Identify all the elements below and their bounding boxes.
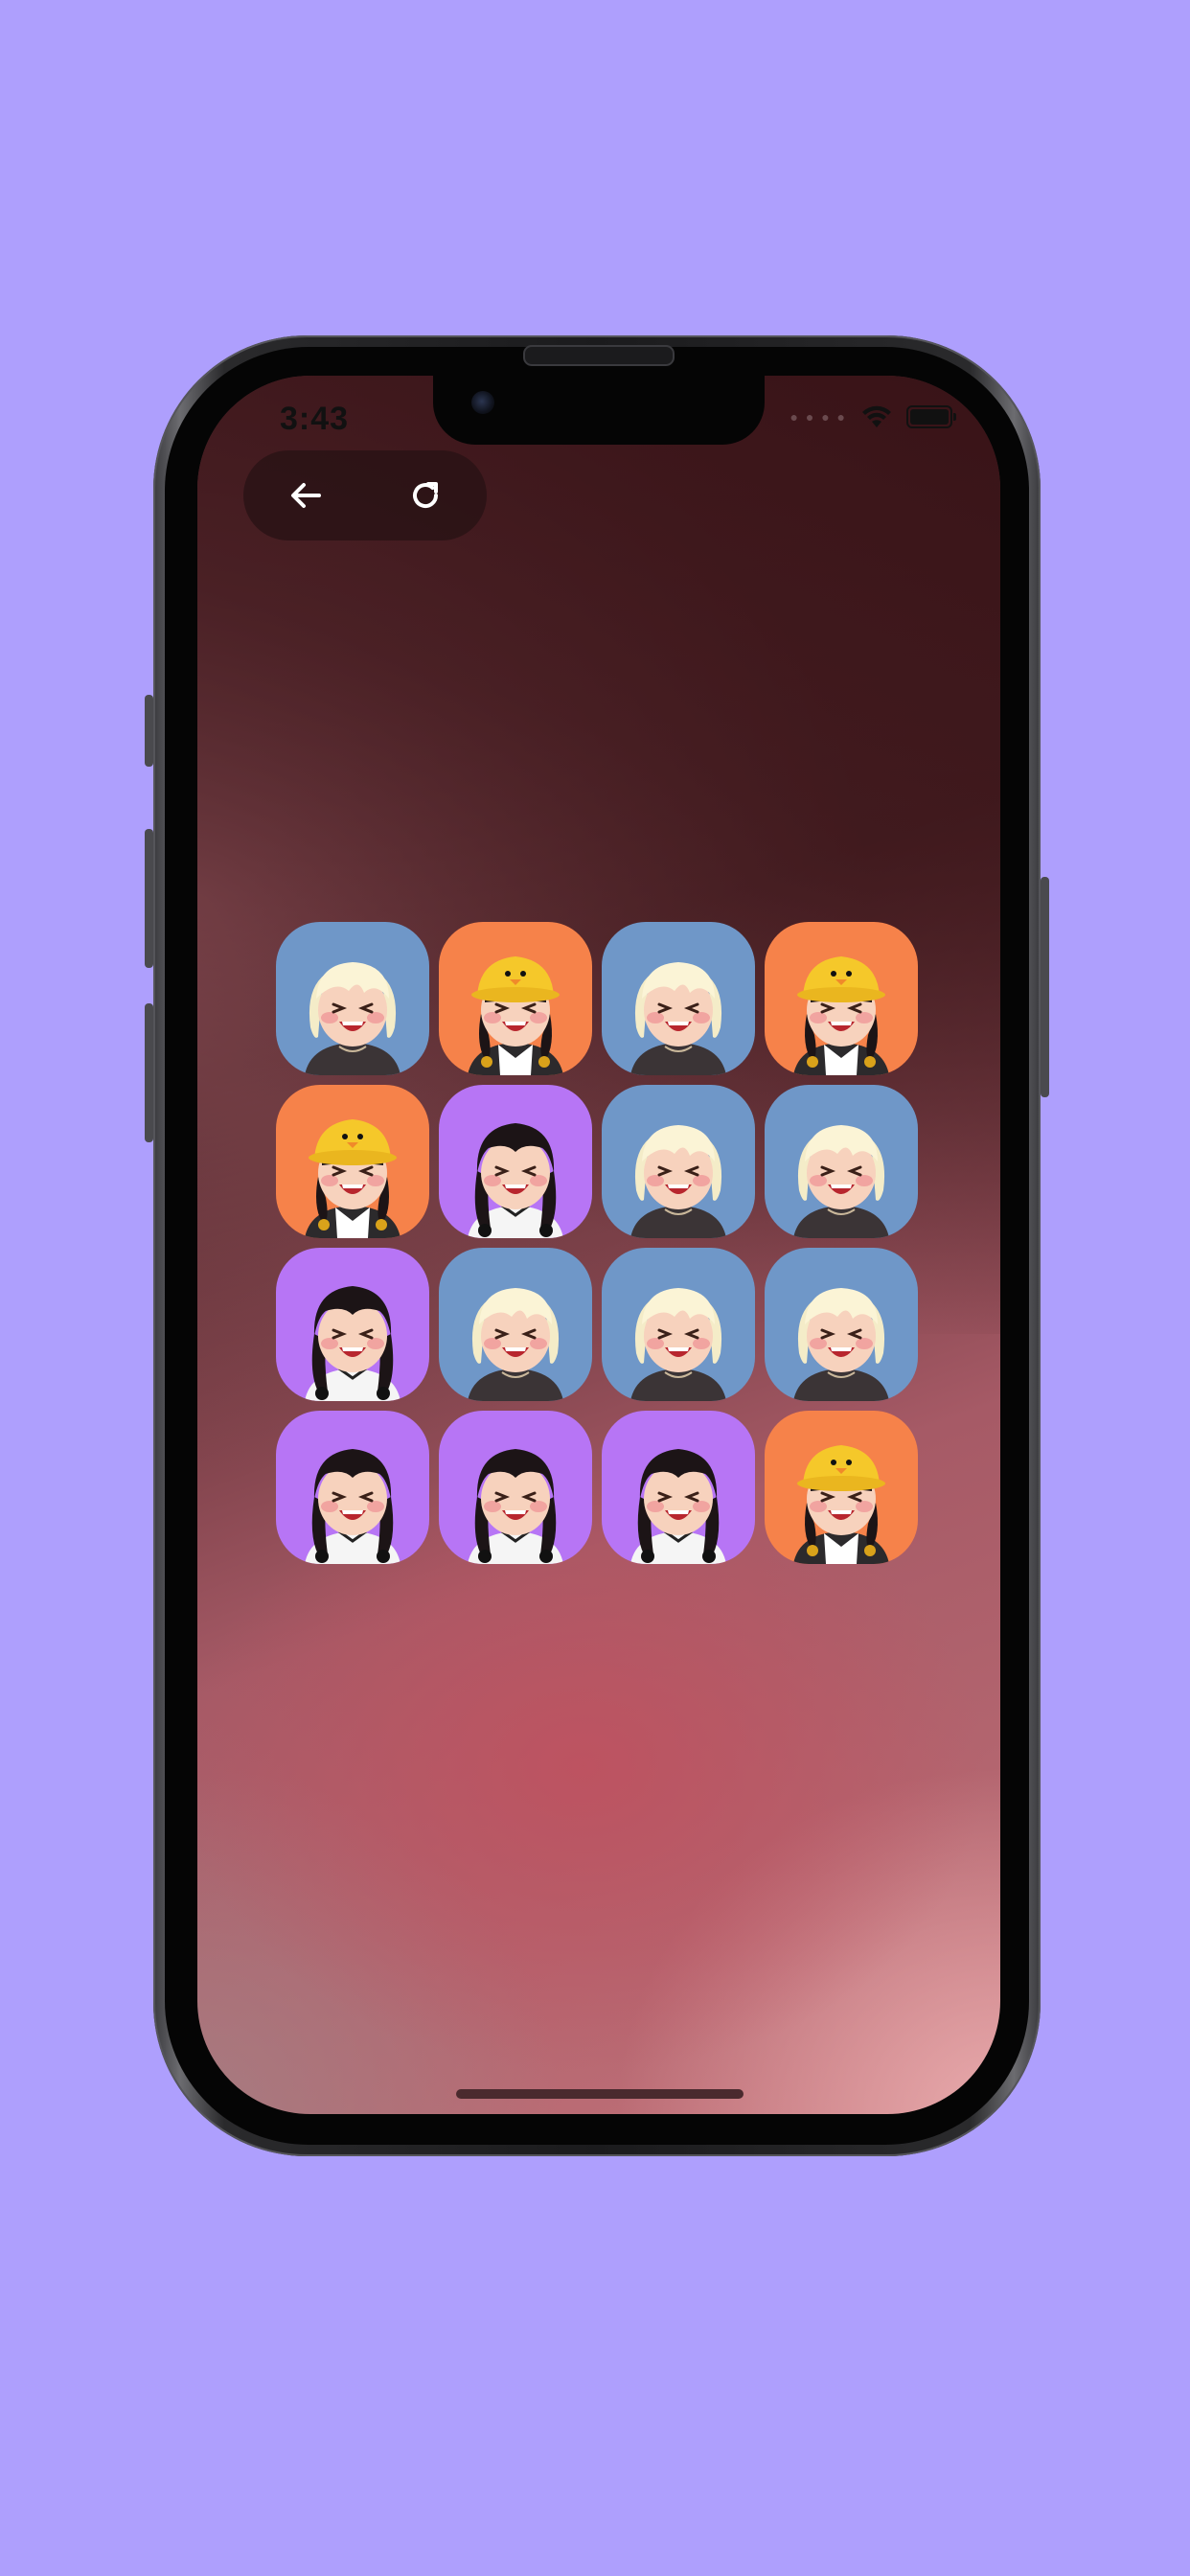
home-indicator[interactable] bbox=[456, 2089, 744, 2099]
card-tile-blonde[interactable] bbox=[276, 922, 429, 1075]
black-hair-avatar-icon bbox=[468, 1123, 563, 1238]
back-button[interactable] bbox=[277, 467, 334, 524]
screen: 3:43 ● ● ● ● bbox=[197, 376, 1000, 2114]
blonde-avatar-icon bbox=[468, 1288, 563, 1401]
volume-down-button bbox=[145, 1003, 153, 1142]
power-button bbox=[1041, 877, 1049, 1097]
refresh-icon bbox=[413, 482, 439, 509]
duck-hat-avatar-icon bbox=[305, 1119, 400, 1238]
status-time: 3:43 bbox=[280, 401, 350, 437]
memory-card-grid bbox=[276, 922, 918, 1564]
battery-icon bbox=[906, 405, 956, 428]
card-tile-duck-hat[interactable] bbox=[765, 922, 918, 1075]
signal-dots-icon: ● ● ● ● bbox=[790, 409, 847, 425]
card-tile-duck-hat[interactable] bbox=[276, 1085, 429, 1238]
card-tile-blonde[interactable] bbox=[765, 1248, 918, 1401]
volume-up-button bbox=[145, 829, 153, 968]
card-tile-duck-hat[interactable] bbox=[765, 1411, 918, 1564]
card-tile-black-hair[interactable] bbox=[439, 1411, 592, 1564]
blonde-avatar-icon bbox=[630, 962, 726, 1075]
status-indicators: ● ● ● ● bbox=[790, 404, 956, 429]
blonde-avatar-icon bbox=[793, 1288, 889, 1401]
wifi-icon bbox=[862, 405, 891, 427]
black-hair-avatar-icon bbox=[468, 1449, 563, 1564]
front-camera bbox=[471, 391, 494, 414]
card-tile-blonde[interactable] bbox=[439, 1248, 592, 1401]
game-toolbar bbox=[243, 450, 487, 540]
restart-button[interactable] bbox=[397, 467, 454, 524]
card-tile-black-hair[interactable] bbox=[276, 1248, 429, 1401]
card-tile-blonde[interactable] bbox=[602, 1248, 755, 1401]
black-hair-avatar-icon bbox=[305, 1449, 400, 1564]
duck-hat-avatar-icon bbox=[793, 956, 889, 1075]
card-tile-black-hair[interactable] bbox=[602, 1411, 755, 1564]
card-tile-blonde[interactable] bbox=[765, 1085, 918, 1238]
blonde-avatar-icon bbox=[793, 1125, 889, 1238]
notch bbox=[433, 376, 765, 445]
card-tile-duck-hat[interactable] bbox=[439, 922, 592, 1075]
card-tile-blonde[interactable] bbox=[602, 922, 755, 1075]
blonde-avatar-icon bbox=[305, 962, 400, 1075]
action-button bbox=[145, 695, 153, 767]
duck-hat-avatar-icon bbox=[468, 956, 563, 1075]
card-tile-black-hair[interactable] bbox=[439, 1085, 592, 1238]
card-tile-black-hair[interactable] bbox=[276, 1411, 429, 1564]
earpiece-speaker bbox=[523, 345, 675, 366]
blonde-avatar-icon bbox=[630, 1288, 726, 1401]
blonde-avatar-icon bbox=[630, 1125, 726, 1238]
duck-hat-avatar-icon bbox=[793, 1445, 889, 1564]
black-hair-avatar-icon bbox=[305, 1286, 400, 1401]
arrow-left-icon bbox=[291, 483, 321, 508]
black-hair-avatar-icon bbox=[630, 1449, 726, 1564]
card-tile-blonde[interactable] bbox=[602, 1085, 755, 1238]
